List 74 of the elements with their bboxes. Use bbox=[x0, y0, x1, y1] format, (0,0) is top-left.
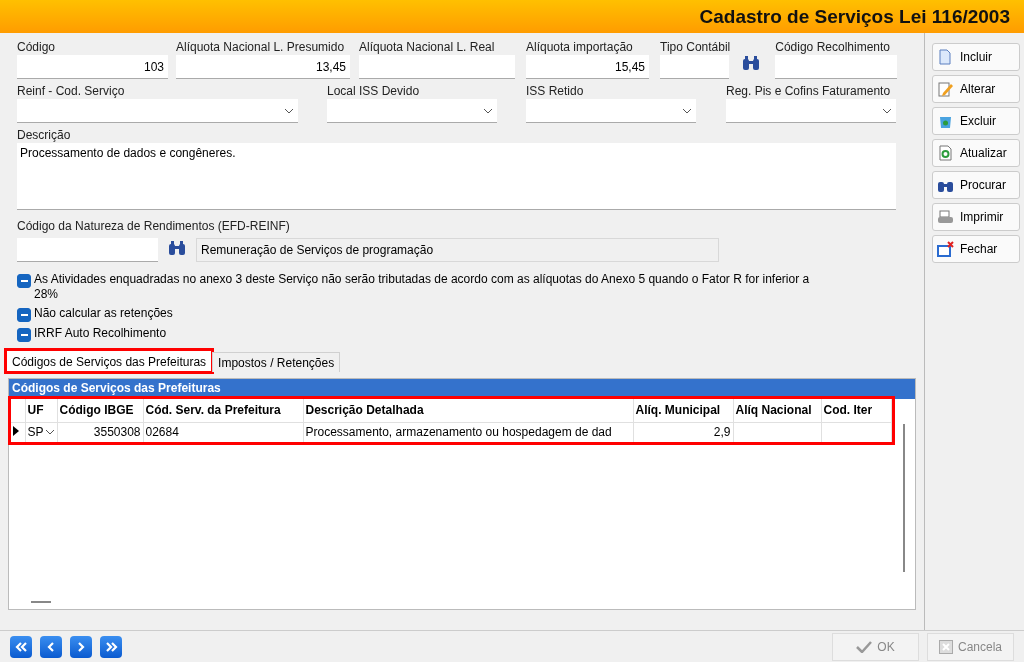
binoculars-icon[interactable] bbox=[741, 55, 762, 71]
action-button[interactable]: Excluir bbox=[932, 107, 1020, 135]
field-label: Código Recolhimento bbox=[775, 39, 891, 55]
input-field[interactable] bbox=[17, 238, 158, 262]
input-field[interactable]: 15,45 bbox=[526, 55, 649, 79]
window-title: Cadastro de Serviços Lei 116/2003 bbox=[699, 5, 1010, 28]
field-label: Alíquota importação bbox=[526, 39, 634, 55]
checkbox[interactable] bbox=[17, 274, 31, 288]
input-field[interactable] bbox=[660, 55, 729, 79]
field-label: Alíquota Nacional L. Real bbox=[359, 39, 496, 55]
double-right-button[interactable] bbox=[100, 635, 122, 658]
chevron-left-button[interactable] bbox=[40, 635, 62, 658]
input-field[interactable] bbox=[359, 55, 515, 79]
column-header[interactable]: Alíq. Municipal bbox=[633, 399, 733, 422]
dropdown-field[interactable] bbox=[526, 99, 696, 123]
readonly-field: Remuneração de Serviços de programação bbox=[196, 238, 719, 262]
column-header[interactable]: UF bbox=[25, 399, 57, 422]
chevron-right-button[interactable] bbox=[70, 635, 92, 658]
column-header[interactable]: Cód. Serv. da Prefeitura bbox=[143, 399, 303, 422]
dropdown-caret-icon bbox=[44, 429, 55, 436]
input-field[interactable]: 103 bbox=[17, 55, 168, 79]
description-field[interactable]: Processamento de dados e congêneres. bbox=[17, 143, 896, 210]
action-button[interactable]: Procurar bbox=[932, 171, 1020, 199]
column-header[interactable]: Alíq Nacional bbox=[733, 399, 821, 422]
table-cell[interactable]: SP bbox=[27, 425, 55, 440]
checkmark-icon bbox=[856, 640, 873, 653]
checkbox-label: IRRF Auto Recolhimento bbox=[34, 326, 167, 341]
checkbox-label: As Atividades enquadradas no anexo 3 deste Serviço não serão tributadas de acordo com as alíquotas do Anexo 5 quando o Fator R for inferior a 28% bbox=[34, 272, 811, 302]
dropdown-field[interactable] bbox=[17, 99, 298, 123]
table-cell: 3550308 bbox=[93, 425, 141, 440]
panel-title: Códigos de Serviços das Prefeituras bbox=[9, 379, 915, 399]
dropdown-caret-icon bbox=[682, 107, 692, 114]
field-label: Reg. Pis e Cofins Faturamento bbox=[726, 83, 892, 99]
column-header[interactable]: Cod. Iter bbox=[821, 399, 891, 422]
binoculars-icon[interactable] bbox=[167, 240, 187, 256]
field-label: Tipo Contábil bbox=[660, 39, 731, 55]
field-label: ISS Retido bbox=[526, 83, 585, 99]
close-icon bbox=[937, 241, 954, 257]
action-button[interactable]: Fechar bbox=[932, 235, 1020, 263]
table-cell: 02684 bbox=[145, 425, 179, 440]
action-button[interactable]: Alterar bbox=[932, 75, 1020, 103]
dropdown-caret-icon bbox=[882, 107, 892, 114]
dropdown-field[interactable] bbox=[327, 99, 497, 123]
document-icon bbox=[937, 49, 954, 65]
double-left-button[interactable] bbox=[10, 635, 32, 658]
table-cell: 2,9 bbox=[713, 425, 731, 440]
checkbox-label: Não calcular as retenções bbox=[34, 306, 173, 321]
tab[interactable]: Impostos / Retenções bbox=[212, 352, 341, 372]
column-header[interactable]: Código IBGE bbox=[57, 399, 143, 422]
field-label: Descrição bbox=[17, 127, 71, 143]
field-label: Código bbox=[17, 39, 57, 55]
action-button[interactable]: Imprimir bbox=[932, 203, 1020, 231]
tab[interactable]: Códigos de Serviços das Prefeituras bbox=[6, 350, 213, 372]
checkbox[interactable] bbox=[17, 328, 31, 342]
action-button[interactable]: Incluir bbox=[932, 43, 1020, 71]
scrollbar[interactable] bbox=[903, 424, 905, 572]
column-header[interactable]: Descrição Detalhada bbox=[303, 399, 633, 422]
field-label: Reinf - Cod. Serviço bbox=[17, 83, 126, 99]
printer-icon bbox=[937, 209, 954, 225]
field-label: Alíquota Nacional L. Presumido bbox=[176, 39, 346, 55]
input-field[interactable]: 13,45 bbox=[176, 55, 350, 79]
dropdown-field[interactable] bbox=[726, 99, 896, 123]
input-field[interactable] bbox=[775, 55, 898, 79]
refresh-icon bbox=[937, 145, 954, 161]
action-button[interactable]: Atualizar bbox=[932, 139, 1020, 167]
cancel-icon bbox=[939, 639, 953, 654]
field-label: Local ISS Devido bbox=[327, 83, 421, 99]
dropdown-caret-icon bbox=[284, 107, 294, 114]
checkbox[interactable] bbox=[17, 308, 31, 322]
field-label: Código da Natureza de Rendimentos (EFD-REINF) bbox=[17, 218, 290, 234]
table-cell: Processamento, armazenamento ou hospedagem de dad bbox=[305, 425, 612, 440]
row-pointer-icon bbox=[13, 426, 19, 437]
dropdown-caret-icon bbox=[483, 107, 493, 114]
pencil-icon bbox=[937, 81, 954, 97]
